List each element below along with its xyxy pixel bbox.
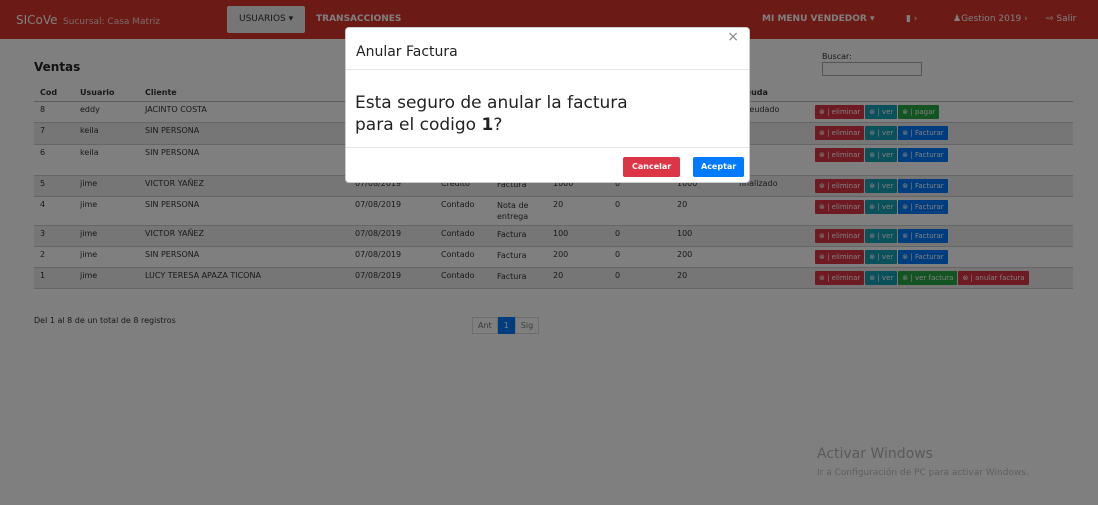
message-suffix: ? — [493, 115, 503, 135]
cancel-button[interactable]: Cancelar — [623, 157, 681, 177]
modal-footer: Cancelar Aceptar — [346, 148, 749, 183]
modal-title: Anular Factura — [356, 44, 458, 60]
anular-factura-dialog: Anular Factura × Esta seguro de anular l… — [345, 27, 750, 183]
close-icon[interactable]: × — [727, 29, 739, 45]
message-code: 1 — [481, 115, 494, 135]
modal-header: Anular Factura × — [346, 28, 749, 70]
modal-message: Esta seguro de anular la factura para el… — [355, 92, 655, 136]
modal-body: Esta seguro de anular la factura para el… — [346, 70, 749, 148]
accept-button[interactable]: Aceptar — [693, 157, 745, 177]
